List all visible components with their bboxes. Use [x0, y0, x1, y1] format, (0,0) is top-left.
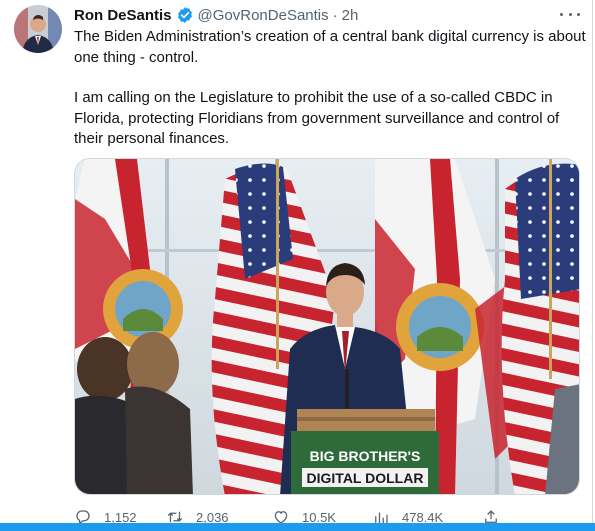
author-name[interactable]: Ron DeSantis — [74, 7, 172, 24]
tweet-text: The Biden Administration’s creation of a… — [74, 27, 586, 150]
tweet-paragraph: I am calling on the Legislature to prohi… — [74, 89, 560, 147]
tweet-header: Ron DeSantis @GovRonDeSantis · 2h — [74, 5, 358, 25]
verified-badge-icon — [177, 7, 192, 23]
more-dots-icon[interactable] — [560, 6, 580, 22]
bottom-accent-bar — [0, 523, 595, 531]
tweet-card[interactable]: Ron DeSantis @GovRonDeSantis · 2h The Bi… — [0, 0, 595, 531]
tweet-media-photo[interactable]: BIG BROTHER'S DIGITAL DOLLAR — [74, 158, 580, 495]
more-dot — [568, 12, 572, 16]
tweet-paragraph: The Biden Administration’s creation of a… — [74, 28, 586, 66]
avatar-photo — [14, 5, 62, 53]
author-handle[interactable]: @GovRonDeSantis — [198, 7, 329, 24]
more-dot — [577, 12, 580, 16]
timestamp[interactable]: 2h — [342, 7, 359, 24]
avatar[interactable] — [14, 5, 62, 53]
podium-sign-line1: BIG BROTHER'S — [310, 448, 421, 464]
podium-sign-line2: DIGITAL DOLLAR — [307, 470, 424, 486]
more-dot — [560, 12, 563, 16]
press-conference-photo: BIG BROTHER'S DIGITAL DOLLAR — [75, 159, 579, 494]
separator-dot: · — [332, 6, 338, 24]
